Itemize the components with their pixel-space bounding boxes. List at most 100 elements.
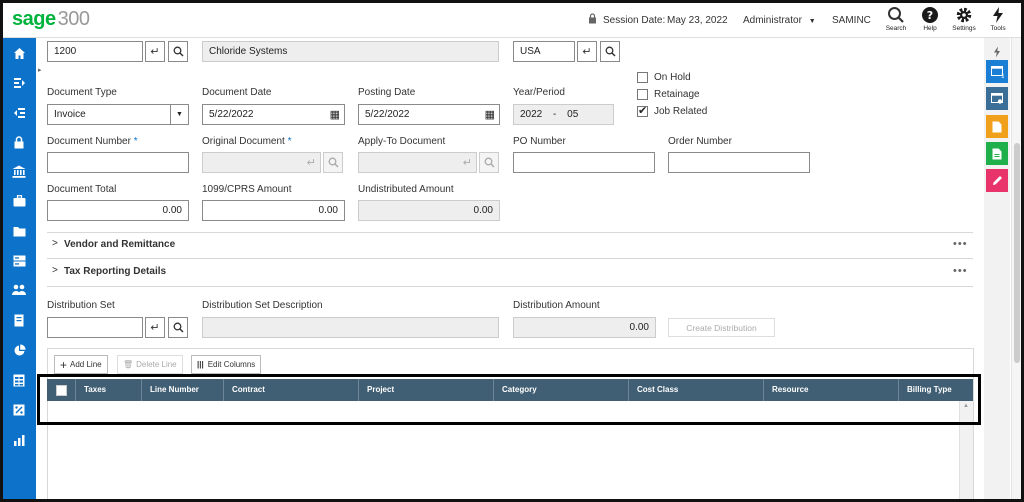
distribution-set-field[interactable] bbox=[47, 317, 143, 338]
tools-button[interactable]: Tools bbox=[983, 6, 1013, 32]
plus-icon: + bbox=[60, 357, 68, 372]
lock-icon bbox=[588, 13, 597, 27]
top-header: sage 300 Session Date: May 23, 2022 Admin… bbox=[3, 3, 1021, 38]
company-name[interactable]: SAMINC bbox=[832, 15, 871, 26]
payables-icon[interactable] bbox=[11, 74, 27, 90]
distribution-enter-button[interactable]: ↵ bbox=[145, 317, 165, 338]
distribution-set-label: Distribution Set bbox=[47, 300, 115, 311]
home-icon[interactable] bbox=[11, 45, 27, 61]
server-icon[interactable] bbox=[11, 253, 27, 269]
order-number-label: Order Number bbox=[668, 136, 732, 147]
undistributed-amount-field: 0.00 bbox=[358, 200, 500, 221]
edit-columns-button[interactable]: ||| Edit Columns bbox=[191, 355, 262, 374]
search-icon bbox=[605, 46, 616, 57]
finder-enter-button[interactable]: ↵ bbox=[145, 41, 165, 62]
enter-icon: ↵ bbox=[306, 157, 316, 169]
search-button[interactable]: Search bbox=[881, 6, 911, 32]
country-finder-button[interactable] bbox=[600, 41, 620, 62]
chevron-down-icon: ▼ bbox=[808, 18, 816, 25]
panel-expand-icon[interactable]: ▸ bbox=[38, 66, 42, 74]
create-distribution-button: Create Distribution bbox=[668, 318, 775, 337]
distribution-finder-button[interactable] bbox=[168, 317, 188, 338]
tax-reporting-section[interactable]: > Tax Reporting Details bbox=[52, 265, 232, 277]
apply-to-document-field: ↵ bbox=[358, 152, 477, 173]
on-hold-checkbox[interactable] bbox=[637, 72, 648, 83]
delete-line-label: Delete Line bbox=[136, 360, 177, 369]
users-icon[interactable] bbox=[11, 282, 27, 298]
edit-columns-label: Edit Columns bbox=[207, 360, 256, 369]
vendor-remittance-section[interactable]: > Vendor and Remittance bbox=[52, 238, 232, 250]
cprs-amount-label: 1099/CPRS Amount bbox=[202, 184, 292, 195]
enter-icon: ↵ bbox=[582, 46, 592, 58]
divider bbox=[47, 232, 973, 233]
chevron-right-icon: > bbox=[52, 238, 58, 249]
lock-icon[interactable] bbox=[11, 134, 27, 150]
year-period-label: Year/Period bbox=[513, 87, 565, 98]
svg-text:1: 1 bbox=[1001, 73, 1004, 78]
country-field[interactable]: USA bbox=[513, 41, 575, 62]
tax-reporting-title: Tax Reporting Details bbox=[64, 266, 167, 277]
enter-icon: ↵ bbox=[150, 322, 160, 334]
vendor-finder-button[interactable] bbox=[168, 41, 188, 62]
spreadsheet-icon[interactable] bbox=[11, 372, 27, 388]
po-number-field[interactable] bbox=[513, 152, 655, 173]
period-value: 05 bbox=[567, 109, 579, 120]
session-date-label: Session Date: bbox=[603, 15, 666, 26]
document-add-icon[interactable] bbox=[986, 142, 1008, 165]
window-settings-icon[interactable] bbox=[986, 87, 1008, 110]
trash-icon: 🗑 bbox=[123, 360, 134, 369]
cprs-amount-field[interactable]: 0.00 bbox=[202, 200, 345, 221]
briefcase-icon[interactable] bbox=[11, 193, 27, 209]
original-document-finder bbox=[323, 152, 343, 173]
apply-to-document-finder bbox=[479, 152, 499, 173]
job-related-label: Job Related bbox=[654, 106, 708, 117]
undistributed-amount-label: Undistributed Amount bbox=[358, 184, 454, 195]
pencil-icon[interactable] bbox=[986, 169, 1008, 192]
page-scrollbar[interactable] bbox=[1011, 38, 1021, 499]
document-number-label: Document Number * bbox=[47, 136, 138, 147]
retainage-checkbox[interactable] bbox=[637, 89, 648, 100]
distribution-amount-field: 0.00 bbox=[513, 317, 656, 338]
job-related-checkbox[interactable] bbox=[637, 104, 648, 117]
lightning-icon bbox=[993, 7, 1003, 23]
calendar-icon[interactable]: ▦ bbox=[485, 108, 495, 121]
document-date-field[interactable]: 5/22/2022 ▦ bbox=[202, 104, 345, 125]
help-button[interactable]: ? Help bbox=[915, 6, 945, 32]
search-icon bbox=[328, 157, 339, 168]
calendar-icon[interactable]: ▦ bbox=[330, 108, 340, 121]
document-type-select[interactable]: Invoice ▼ bbox=[47, 104, 189, 125]
year-period-field: 2022 - 05 bbox=[513, 104, 614, 125]
document-date-label: Document Date bbox=[202, 87, 272, 98]
posting-date-field[interactable]: 5/22/2022 ▦ bbox=[358, 104, 500, 125]
user-menu[interactable]: Administrator ▼ bbox=[743, 15, 816, 26]
posting-date-label: Posting Date bbox=[358, 87, 416, 98]
highlight-box bbox=[37, 374, 981, 425]
more-options-icon[interactable]: ••• bbox=[953, 238, 968, 250]
enter-icon: ↵ bbox=[462, 157, 472, 169]
document-total-label: Document Total bbox=[47, 184, 117, 195]
vendor-name-field: Chloride Systems bbox=[202, 41, 499, 62]
bar-chart-icon[interactable] bbox=[11, 432, 27, 448]
document-number-field[interactable] bbox=[47, 152, 189, 173]
book-icon[interactable] bbox=[11, 312, 27, 328]
svg-text:?: ? bbox=[927, 9, 933, 22]
settings-button[interactable]: Settings bbox=[949, 6, 979, 32]
scrollbar-thumb[interactable] bbox=[1014, 143, 1020, 363]
vendor-number-field[interactable]: 1200 bbox=[47, 41, 143, 62]
distribution-description-label: Distribution Set Description bbox=[202, 300, 323, 311]
window-new-icon[interactable]: 1 bbox=[986, 60, 1008, 83]
country-enter-button[interactable]: ↵ bbox=[577, 41, 597, 62]
distribution-description-field bbox=[202, 317, 499, 338]
bank-icon[interactable] bbox=[11, 163, 27, 179]
document-total-field[interactable]: 0.00 bbox=[47, 200, 189, 221]
order-number-field[interactable] bbox=[668, 152, 810, 173]
document-icon[interactable] bbox=[986, 115, 1008, 138]
percent-icon[interactable] bbox=[11, 402, 27, 418]
apply-to-document-label: Apply-To Document bbox=[358, 136, 446, 147]
add-line-button[interactable]: + Add Line bbox=[54, 355, 108, 374]
pie-chart-icon[interactable] bbox=[11, 342, 27, 358]
more-options-icon[interactable]: ••• bbox=[953, 265, 968, 277]
dropdown-arrow-icon: ▼ bbox=[170, 105, 188, 124]
folder-icon[interactable] bbox=[11, 223, 27, 239]
receivables-icon[interactable] bbox=[11, 104, 27, 120]
